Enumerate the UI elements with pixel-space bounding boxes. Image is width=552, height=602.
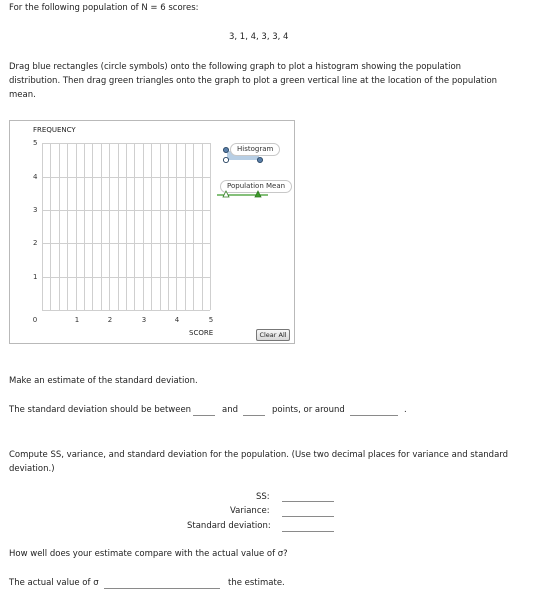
ss-label: SS: — [256, 492, 270, 502]
grid-line — [42, 243, 210, 244]
y-tick-label: 1 — [33, 273, 38, 281]
grid-line — [42, 143, 43, 310]
grid-line — [118, 143, 119, 310]
estimate-heading: Make an estimate of the standard deviati… — [9, 376, 198, 386]
estimate-prefix: The standard deviation should be between — [9, 405, 192, 415]
drag-instructions: Drag blue rectangles (circle symbols) on… — [9, 62, 498, 100]
grid-line — [76, 143, 77, 310]
compute-instructions: Compute SS, variance, and standard devia… — [9, 450, 509, 474]
grid-line — [59, 143, 60, 310]
y-tick-label: 2 — [33, 239, 38, 247]
x-tick-label: 4 — [174, 316, 180, 324]
compare-suffix: the estimate. — [228, 578, 285, 588]
x-tick-label: 0 — [32, 316, 38, 324]
grid-line — [92, 143, 93, 310]
grid-line — [84, 143, 85, 310]
grid-line — [67, 143, 68, 310]
population-intro: For the following population of N = 6 sc… — [9, 3, 199, 13]
variance-label: Variance: — [230, 506, 270, 516]
compare-prefix: The actual value of σ — [9, 578, 99, 588]
grid-line — [160, 143, 161, 310]
grid-line — [134, 143, 135, 310]
grid-line — [202, 143, 203, 310]
grid-line — [193, 143, 194, 310]
x-tick-label: 5 — [208, 316, 214, 324]
x-axis-label: SCORE — [189, 329, 214, 337]
estimate-suffix: points, or around — [272, 405, 345, 415]
sd-upper-bound-input[interactable] — [243, 415, 265, 416]
compare-question: How well does your estimate compare with… — [9, 549, 288, 559]
scores-list: 3, 1, 4, 3, 3, 4 — [229, 32, 289, 42]
grid-line — [42, 177, 210, 178]
grid-line — [42, 143, 210, 144]
histogram-label: Histogram — [230, 143, 281, 156]
y-tick-label: 4 — [33, 173, 38, 181]
mean-line-icon — [217, 190, 268, 198]
sd-estimate-input[interactable] — [350, 415, 398, 416]
x-tick-label: 2 — [107, 316, 113, 324]
x-tick-label: 1 — [74, 316, 80, 324]
sd-label: Standard deviation: — [187, 521, 271, 531]
grid-line — [126, 143, 127, 310]
y-tick-label: 5 — [33, 139, 38, 147]
ss-input[interactable] — [282, 501, 334, 502]
sd-lower-bound-input[interactable] — [193, 415, 215, 416]
estimate-period: . — [404, 405, 407, 415]
grid-line — [168, 143, 169, 310]
grid-line — [42, 210, 210, 211]
grid-line — [42, 277, 210, 278]
y-axis-label: FREQUENCY — [33, 126, 76, 134]
variance-input[interactable] — [282, 516, 334, 517]
grid-line — [42, 310, 210, 311]
grid-line — [151, 143, 152, 310]
grid-line — [210, 143, 211, 310]
grid-line — [109, 143, 110, 310]
x-tick-label: 3 — [141, 316, 147, 324]
grid-line — [50, 143, 51, 310]
grid-line — [176, 143, 177, 310]
y-tick-label: 3 — [33, 206, 38, 214]
grid-line — [143, 143, 144, 310]
mean-line-drag-source[interactable] — [216, 189, 270, 199]
estimate-and: and — [222, 405, 238, 415]
comparison-select[interactable] — [104, 588, 220, 589]
grid-line — [101, 143, 102, 310]
grid-line — [185, 143, 186, 310]
clear-all-button[interactable]: Clear All — [256, 329, 290, 341]
sd-input[interactable] — [282, 531, 334, 532]
